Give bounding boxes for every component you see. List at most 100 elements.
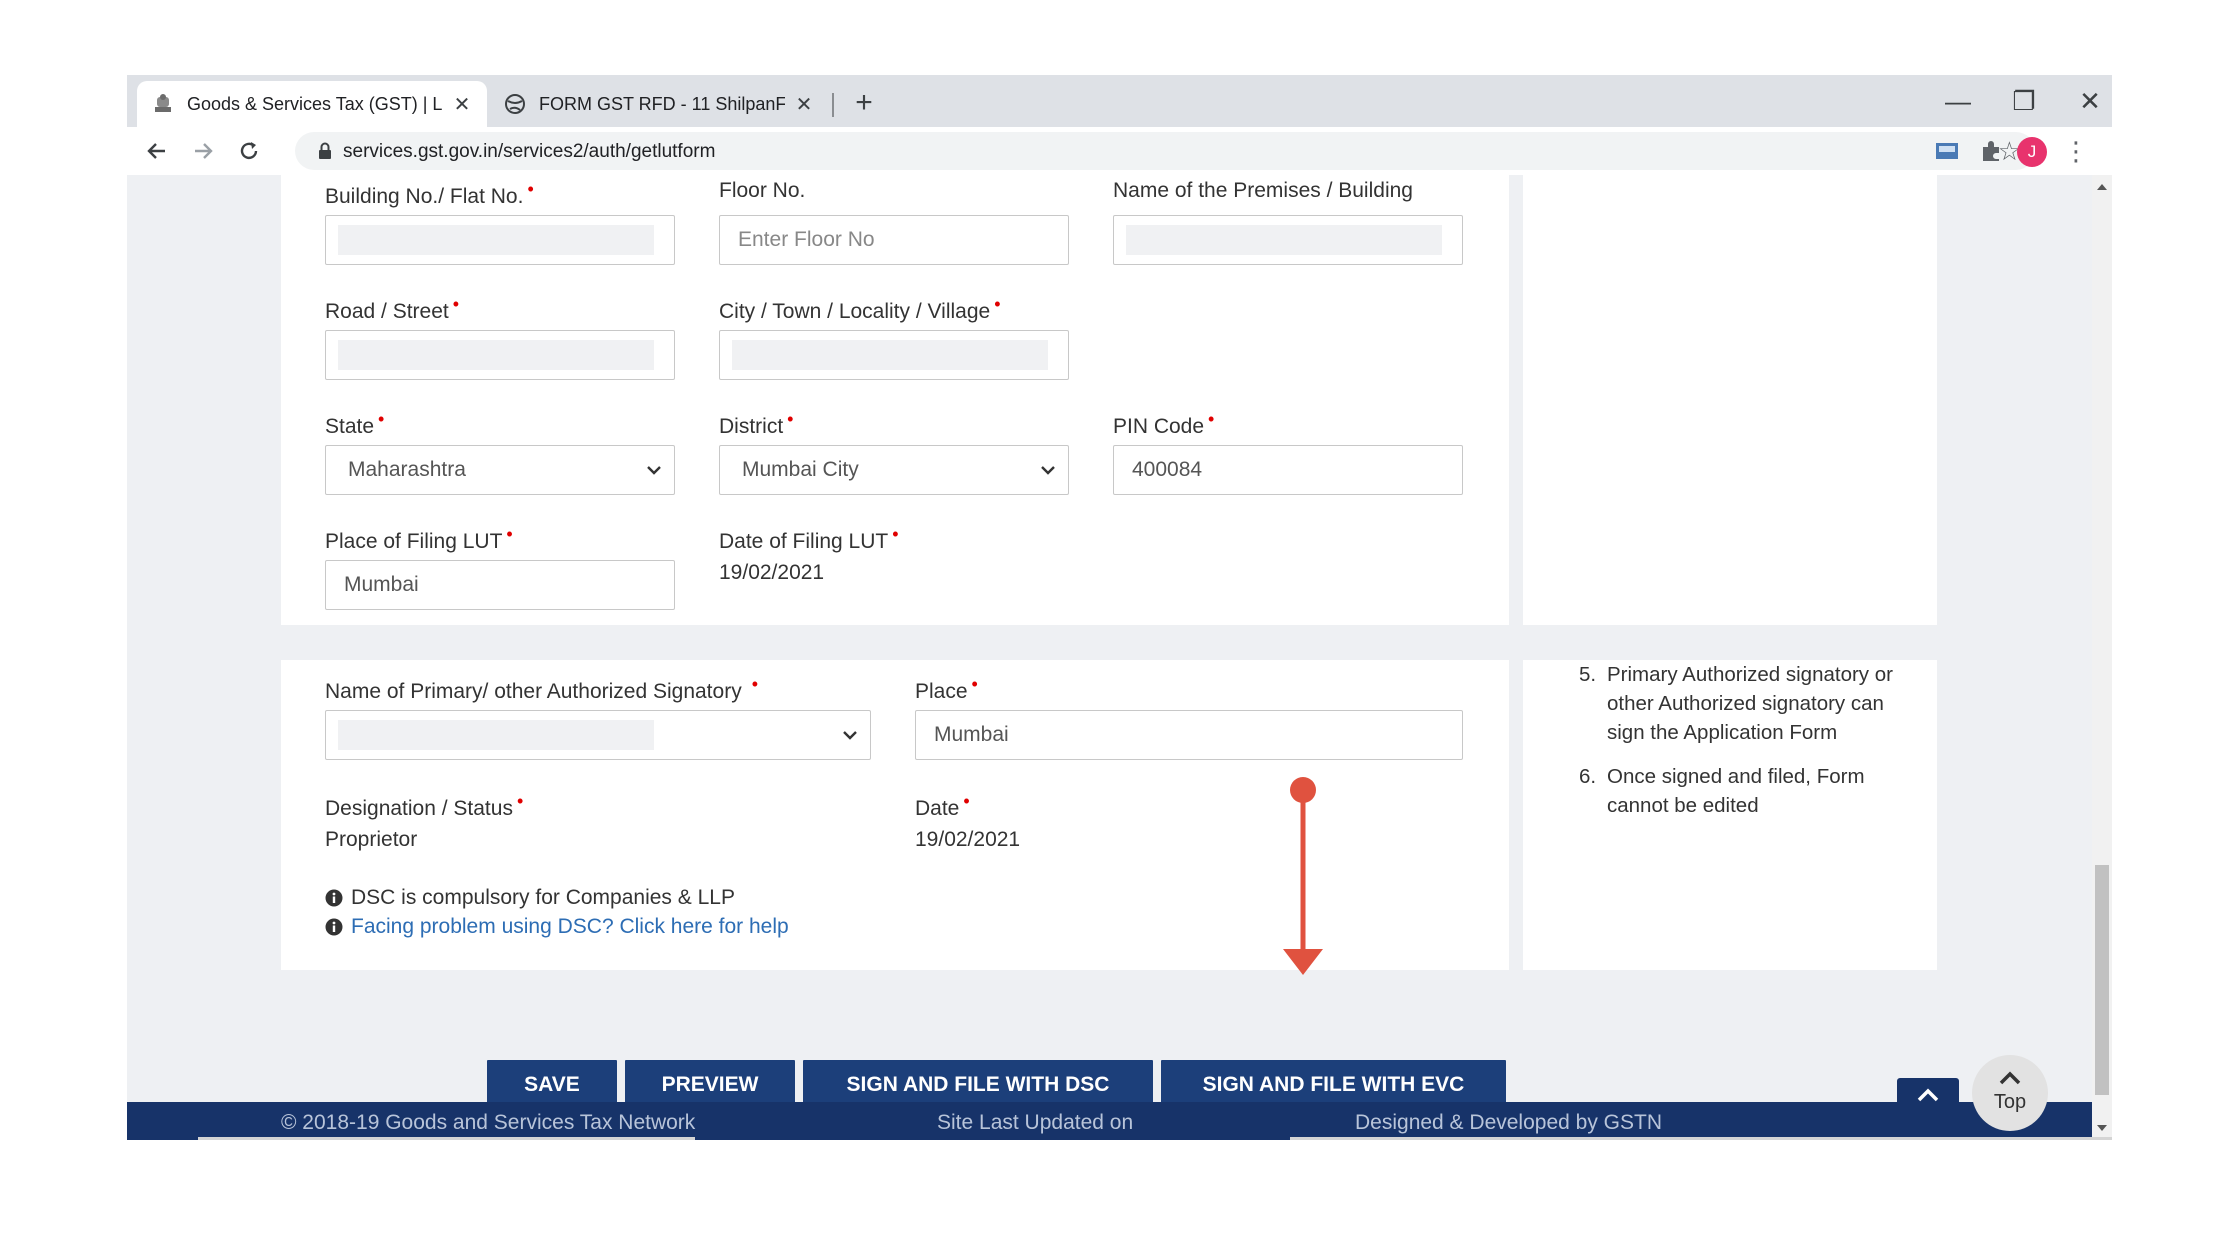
lock-icon — [319, 142, 331, 159]
place-input[interactable]: Mumbai — [915, 710, 1463, 760]
info-icon — [325, 918, 343, 936]
redacted-value — [338, 225, 654, 255]
scroll-up-arrow-icon[interactable] — [2092, 179, 2112, 195]
chevron-down-icon — [647, 466, 661, 475]
browser-menu-icon[interactable]: ⋮ — [2063, 135, 2089, 167]
required-mark: • — [1208, 409, 1215, 429]
tab-separator — [832, 93, 834, 117]
date-lut-value: 19/02/2021 — [719, 561, 825, 584]
building-input[interactable] — [325, 215, 675, 265]
screenshot-extension-icon[interactable] — [1933, 137, 1961, 165]
instructions-panel: 5. Primary Authorized signatory or other … — [1523, 660, 1937, 970]
globe-icon — [503, 92, 527, 116]
required-mark: • — [963, 791, 970, 811]
top-label: Top — [1993, 1091, 2027, 1113]
tab-title: Goods & Services Tax (GST) | Lut — [187, 93, 443, 114]
district-label: District • — [719, 409, 794, 438]
place-lut-input[interactable]: Mumbai — [325, 560, 675, 610]
scroll-up-button[interactable] — [1897, 1078, 1959, 1116]
date-value: 19/02/2021 — [915, 828, 1021, 851]
new-tab-button[interactable]: + — [847, 87, 881, 121]
restore-button[interactable]: ❐ — [2004, 83, 2044, 119]
required-mark: • — [892, 524, 899, 544]
reload-icon — [240, 142, 258, 160]
footer-designed: Designed & Developed by GSTN — [1355, 1111, 1662, 1134]
place-lut-label: Place of Filing LUT • — [325, 524, 513, 553]
redacted-value — [732, 340, 1048, 370]
district-value: Mumbai City — [742, 458, 859, 481]
page-scrollbar[interactable] — [2092, 175, 2112, 1140]
tab-close-icon[interactable]: ✕ — [793, 93, 815, 116]
chevron-up-icon — [1999, 1071, 2021, 1085]
pin-input[interactable]: 400084 — [1113, 445, 1463, 495]
profile-avatar[interactable]: J — [2017, 137, 2047, 167]
scroll-down-arrow-icon[interactable] — [2092, 1120, 2112, 1136]
required-mark: • — [787, 409, 794, 429]
road-input[interactable] — [325, 330, 675, 380]
page-content: Building No./ Flat No. • Floor No. Enter … — [127, 175, 2092, 1140]
date-label: Date • — [915, 791, 970, 820]
signatory-select[interactable] — [325, 710, 871, 760]
footer-copyright: © 2018-19 Goods and Services Tax Network — [281, 1111, 696, 1134]
close-window-button[interactable]: ✕ — [2070, 83, 2110, 119]
designation-value: Proprietor — [325, 828, 418, 851]
state-select[interactable]: Maharashtra — [325, 445, 675, 495]
reload-button[interactable] — [231, 133, 267, 169]
place-lut-value: Mumbai — [344, 573, 419, 596]
chevron-up-icon — [1917, 1088, 1939, 1102]
instruction-item: 5. Primary Authorized signatory or other … — [1579, 663, 1893, 744]
browser-toolbar: services.gst.gov.in/services2/auth/getlu… — [127, 127, 2112, 175]
instructions-list: 5. Primary Authorized signatory or other … — [1579, 660, 1919, 835]
place-label: Place • — [915, 674, 978, 703]
redacted-value — [1126, 225, 1442, 255]
floor-label: Floor No. — [719, 179, 806, 202]
tab-gst-lut[interactable]: Goods & Services Tax (GST) | Lut ✕ — [137, 81, 487, 127]
instructions-panel-top — [1523, 175, 1937, 625]
tab-close-icon[interactable]: ✕ — [451, 93, 473, 116]
chevron-down-icon — [1041, 466, 1055, 475]
building-label: Building No./ Flat No. • — [325, 179, 534, 208]
district-select[interactable]: Mumbai City — [719, 445, 1069, 495]
required-mark: • — [378, 409, 385, 429]
state-label: State • — [325, 409, 385, 438]
city-input[interactable] — [719, 330, 1069, 380]
required-mark: • — [751, 674, 759, 694]
floor-input[interactable]: Enter Floor No — [719, 215, 1069, 265]
required-mark: • — [527, 179, 534, 199]
place-value: Mumbai — [934, 723, 1009, 746]
required-mark: • — [516, 791, 524, 811]
date-lut-label: Date of Filing LUT • — [719, 524, 899, 553]
scrollbar-thumb[interactable] — [2095, 865, 2109, 1095]
back-to-top-button[interactable]: Top — [1972, 1055, 2048, 1131]
tab-form-rfd[interactable]: FORM GST RFD - 11 ShilpanFY 20 ✕ — [489, 81, 829, 127]
premises-label: Name of the Premises / Building — [1113, 179, 1413, 202]
signatory-section: Name of Primary/ other Authorized Signat… — [281, 660, 1509, 970]
instruction-item: 6. Once signed and filed, Form cannot be … — [1579, 765, 1865, 817]
pin-value: 400084 — [1132, 458, 1203, 481]
required-mark: • — [971, 674, 978, 694]
signatory-label: Name of Primary/ other Authorized Signat… — [325, 674, 759, 703]
road-label: Road / Street • — [325, 294, 460, 323]
required-mark: • — [506, 524, 513, 544]
designation-label: Designation / Status • — [325, 791, 524, 820]
browser-window: Goods & Services Tax (GST) | Lut ✕ FORM … — [127, 75, 2112, 1140]
address-section: Building No./ Flat No. • Floor No. Enter … — [281, 175, 1509, 625]
forward-button[interactable] — [185, 133, 221, 169]
tab-strip: Goods & Services Tax (GST) | Lut ✕ FORM … — [127, 75, 2112, 127]
back-button[interactable] — [139, 133, 175, 169]
pin-label: PIN Code • — [1113, 409, 1215, 438]
address-bar[interactable]: services.gst.gov.in/services2/auth/getlu… — [295, 132, 2035, 170]
decorative-strip — [1290, 1137, 2112, 1140]
extensions-puzzle-icon[interactable] — [1977, 137, 2005, 165]
info-icon — [325, 889, 343, 907]
state-value: Maharashtra — [348, 458, 466, 481]
dsc-help-link[interactable]: Facing problem using DSC? Click here for… — [325, 915, 789, 939]
minimize-button[interactable]: — — [1938, 83, 1978, 119]
chevron-down-icon — [843, 731, 857, 740]
required-mark: • — [994, 294, 1001, 314]
premises-input[interactable] — [1113, 215, 1463, 265]
tab-title: FORM GST RFD - 11 ShilpanFY 20 — [539, 93, 785, 114]
required-mark: • — [452, 294, 460, 314]
forward-arrow-icon — [195, 143, 213, 159]
url-text: services.gst.gov.in/services2/auth/getlu… — [343, 141, 716, 162]
